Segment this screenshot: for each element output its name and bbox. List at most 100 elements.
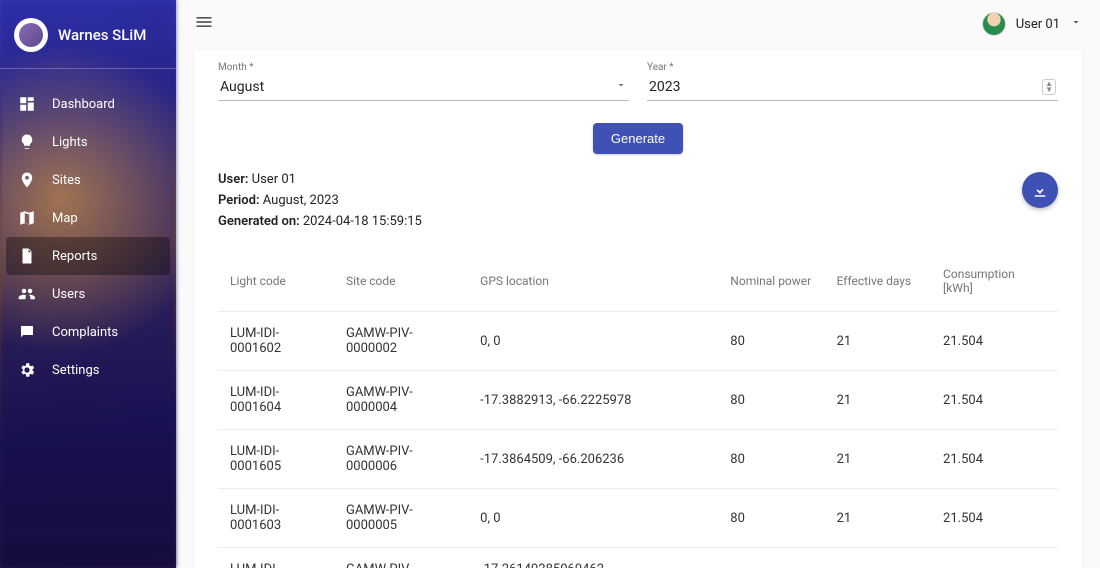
cell-nominal-power: 40 (718, 548, 824, 568)
col-effective-days: Effective days (825, 257, 931, 312)
sidebar-item-dashboard[interactable]: Dashboard (6, 85, 170, 123)
sidebar-item-users[interactable]: Users (6, 275, 170, 313)
cell-consumption: 21.504 (931, 430, 1058, 489)
cell-light-code: LUM-IDI-0001602 (218, 312, 334, 371)
main: User 01 Month * August (176, 0, 1100, 568)
meta-period-label: Period: (218, 193, 260, 208)
cell-nominal-power: 80 (718, 312, 824, 371)
gear-icon (18, 361, 36, 379)
cell-gps: -17.3882913, -66.2225978 (468, 371, 718, 430)
number-spinner-icon[interactable]: ▲▼ (1042, 79, 1056, 95)
report-card: Month * August Year * 2023 ▲▼ (194, 50, 1082, 568)
sidebar-item-settings[interactable]: Settings (6, 351, 170, 389)
username: User 01 (1016, 17, 1060, 32)
sidebar-item-lights[interactable]: Lights (6, 123, 170, 161)
meta-user-value: User 01 (252, 172, 296, 187)
col-consumption: Consumption [kWh] (931, 257, 1058, 312)
cell-consumption: 21.504 (931, 312, 1058, 371)
cell-consumption: 21.504 (931, 371, 1058, 430)
meta-generated-value: 2024-04-18 15:59:15 (303, 214, 422, 229)
report-table: Light code Site code GPS location Nomina… (218, 257, 1058, 568)
table-row: LUM-IDI-0001602GAMW-PIV-00000020, 080212… (218, 312, 1058, 371)
meta-user: User: User 01 (218, 172, 422, 187)
cell-site-code: GAMW-PIV-0000006 (334, 430, 468, 489)
cell-effective-days: 21 (825, 430, 931, 489)
col-site-code: Site code (334, 257, 468, 312)
col-nominal-power: Nominal power (718, 257, 824, 312)
year-value: 2023 (649, 79, 680, 95)
file-icon (18, 247, 36, 265)
cell-nominal-power: 80 (718, 371, 824, 430)
meta-generated-label: Generated on: (218, 214, 300, 229)
col-gps: GPS location (468, 257, 718, 312)
sidebar-item-label: Map (52, 211, 78, 226)
cell-consumption: 21.504 (931, 489, 1058, 548)
sidebar-item-label: Sites (52, 173, 81, 188)
year-field: Year * 2023 ▲▼ (647, 62, 1058, 101)
map-icon (18, 209, 36, 227)
sidebar-item-map[interactable]: Map (6, 199, 170, 237)
content: Month * August Year * 2023 ▲▼ (176, 48, 1100, 568)
brand-logo (14, 18, 48, 52)
col-light-code: Light code (218, 257, 334, 312)
year-input[interactable]: 2023 ▲▼ (647, 75, 1058, 101)
cell-light-code: LUM-IDI-0001604 (218, 371, 334, 430)
sidebar-nav: Dashboard Lights Sites Map Reports UsersCompl… (0, 75, 176, 399)
cell-nominal-power: 80 (718, 430, 824, 489)
cell-gps: 0, 0 (468, 312, 718, 371)
download-button[interactable] (1022, 172, 1058, 208)
cell-effective-days: 21 (825, 489, 931, 548)
sidebar-item-label: Lights (52, 135, 88, 150)
cell-effective-days: 21 (825, 371, 931, 430)
cell-light-code: LUM-IDI-0001603 (218, 489, 334, 548)
table-header: Light code Site code GPS location Nomina… (218, 257, 1058, 312)
avatar (982, 12, 1006, 36)
sidebar-item-label: Settings (52, 363, 99, 378)
sidebar: Warnes SLiM DashboardLightsSitesMapRepor… (0, 0, 176, 568)
cell-site-code: GAMW-PIV-0000005 (334, 489, 468, 548)
chevron-down-icon (1070, 16, 1082, 32)
user-menu[interactable]: User 01 (982, 12, 1082, 36)
sidebar-item-sites[interactable]: Sites (6, 161, 170, 199)
cell-site-code: GAMW-PIV-0000002 (334, 312, 468, 371)
cell-gps: 0, 0 (468, 489, 718, 548)
meta-period-value: August, 2023 (263, 193, 339, 208)
table-row: LUM-IDI-0001009GAMW-PIV-0000161-17.26149… (218, 548, 1058, 568)
meta-user-label: User: (218, 172, 248, 187)
generate-row: Generate (218, 123, 1058, 154)
cell-nominal-power: 80 (718, 489, 824, 548)
sidebar-item-complaints[interactable]: Complaints (6, 313, 170, 351)
sidebar-item-reports[interactable]: Reports (6, 237, 170, 275)
meta-period: Period: August, 2023 (218, 193, 422, 208)
filter-row: Month * August Year * 2023 ▲▼ (218, 62, 1058, 101)
month-select[interactable]: August (218, 75, 629, 101)
cell-effective-days: 21 (825, 312, 931, 371)
cell-site-code: GAMW-PIV-0000004 (334, 371, 468, 430)
cell-light-code: LUM-IDI-0001605 (218, 430, 334, 489)
year-label: Year * (647, 62, 1058, 73)
download-icon (1031, 181, 1049, 199)
cell-effective-days: 21 (825, 548, 931, 568)
generate-button[interactable]: Generate (593, 123, 683, 154)
bulb-icon (18, 133, 36, 151)
cell-light-code: LUM-IDI-0001009 (218, 548, 334, 568)
month-label: Month * (218, 62, 629, 73)
brand-logo-icon (19, 23, 43, 47)
pin-icon (18, 171, 36, 189)
divider (0, 68, 176, 69)
cell-gps: -17.3864509, -66.206236 (468, 430, 718, 489)
table-row: LUM-IDI-0001604GAMW-PIV-0000004-17.38829… (218, 371, 1058, 430)
cell-consumption: 10.752 (931, 548, 1058, 568)
sidebar-item-label: Dashboard (52, 97, 115, 112)
topbar: User 01 (176, 0, 1100, 48)
menu-toggle-button[interactable] (194, 12, 214, 36)
meta-generated: Generated on: 2024-04-18 15:59:15 (218, 214, 422, 229)
table-body: LUM-IDI-0001602GAMW-PIV-00000020, 080212… (218, 312, 1058, 568)
chevron-down-icon (615, 79, 627, 95)
month-field: Month * August (218, 62, 629, 101)
table-row: LUM-IDI-0001603GAMW-PIV-00000050, 080212… (218, 489, 1058, 548)
meta-block: User: User 01 Period: August, 2023 Gener… (218, 172, 1058, 229)
cell-gps: -17.26149285069462, -62.97375084443048 (468, 548, 718, 568)
meta-lines: User: User 01 Period: August, 2023 Gener… (218, 172, 422, 229)
sidebar-item-label: Reports (52, 249, 97, 264)
